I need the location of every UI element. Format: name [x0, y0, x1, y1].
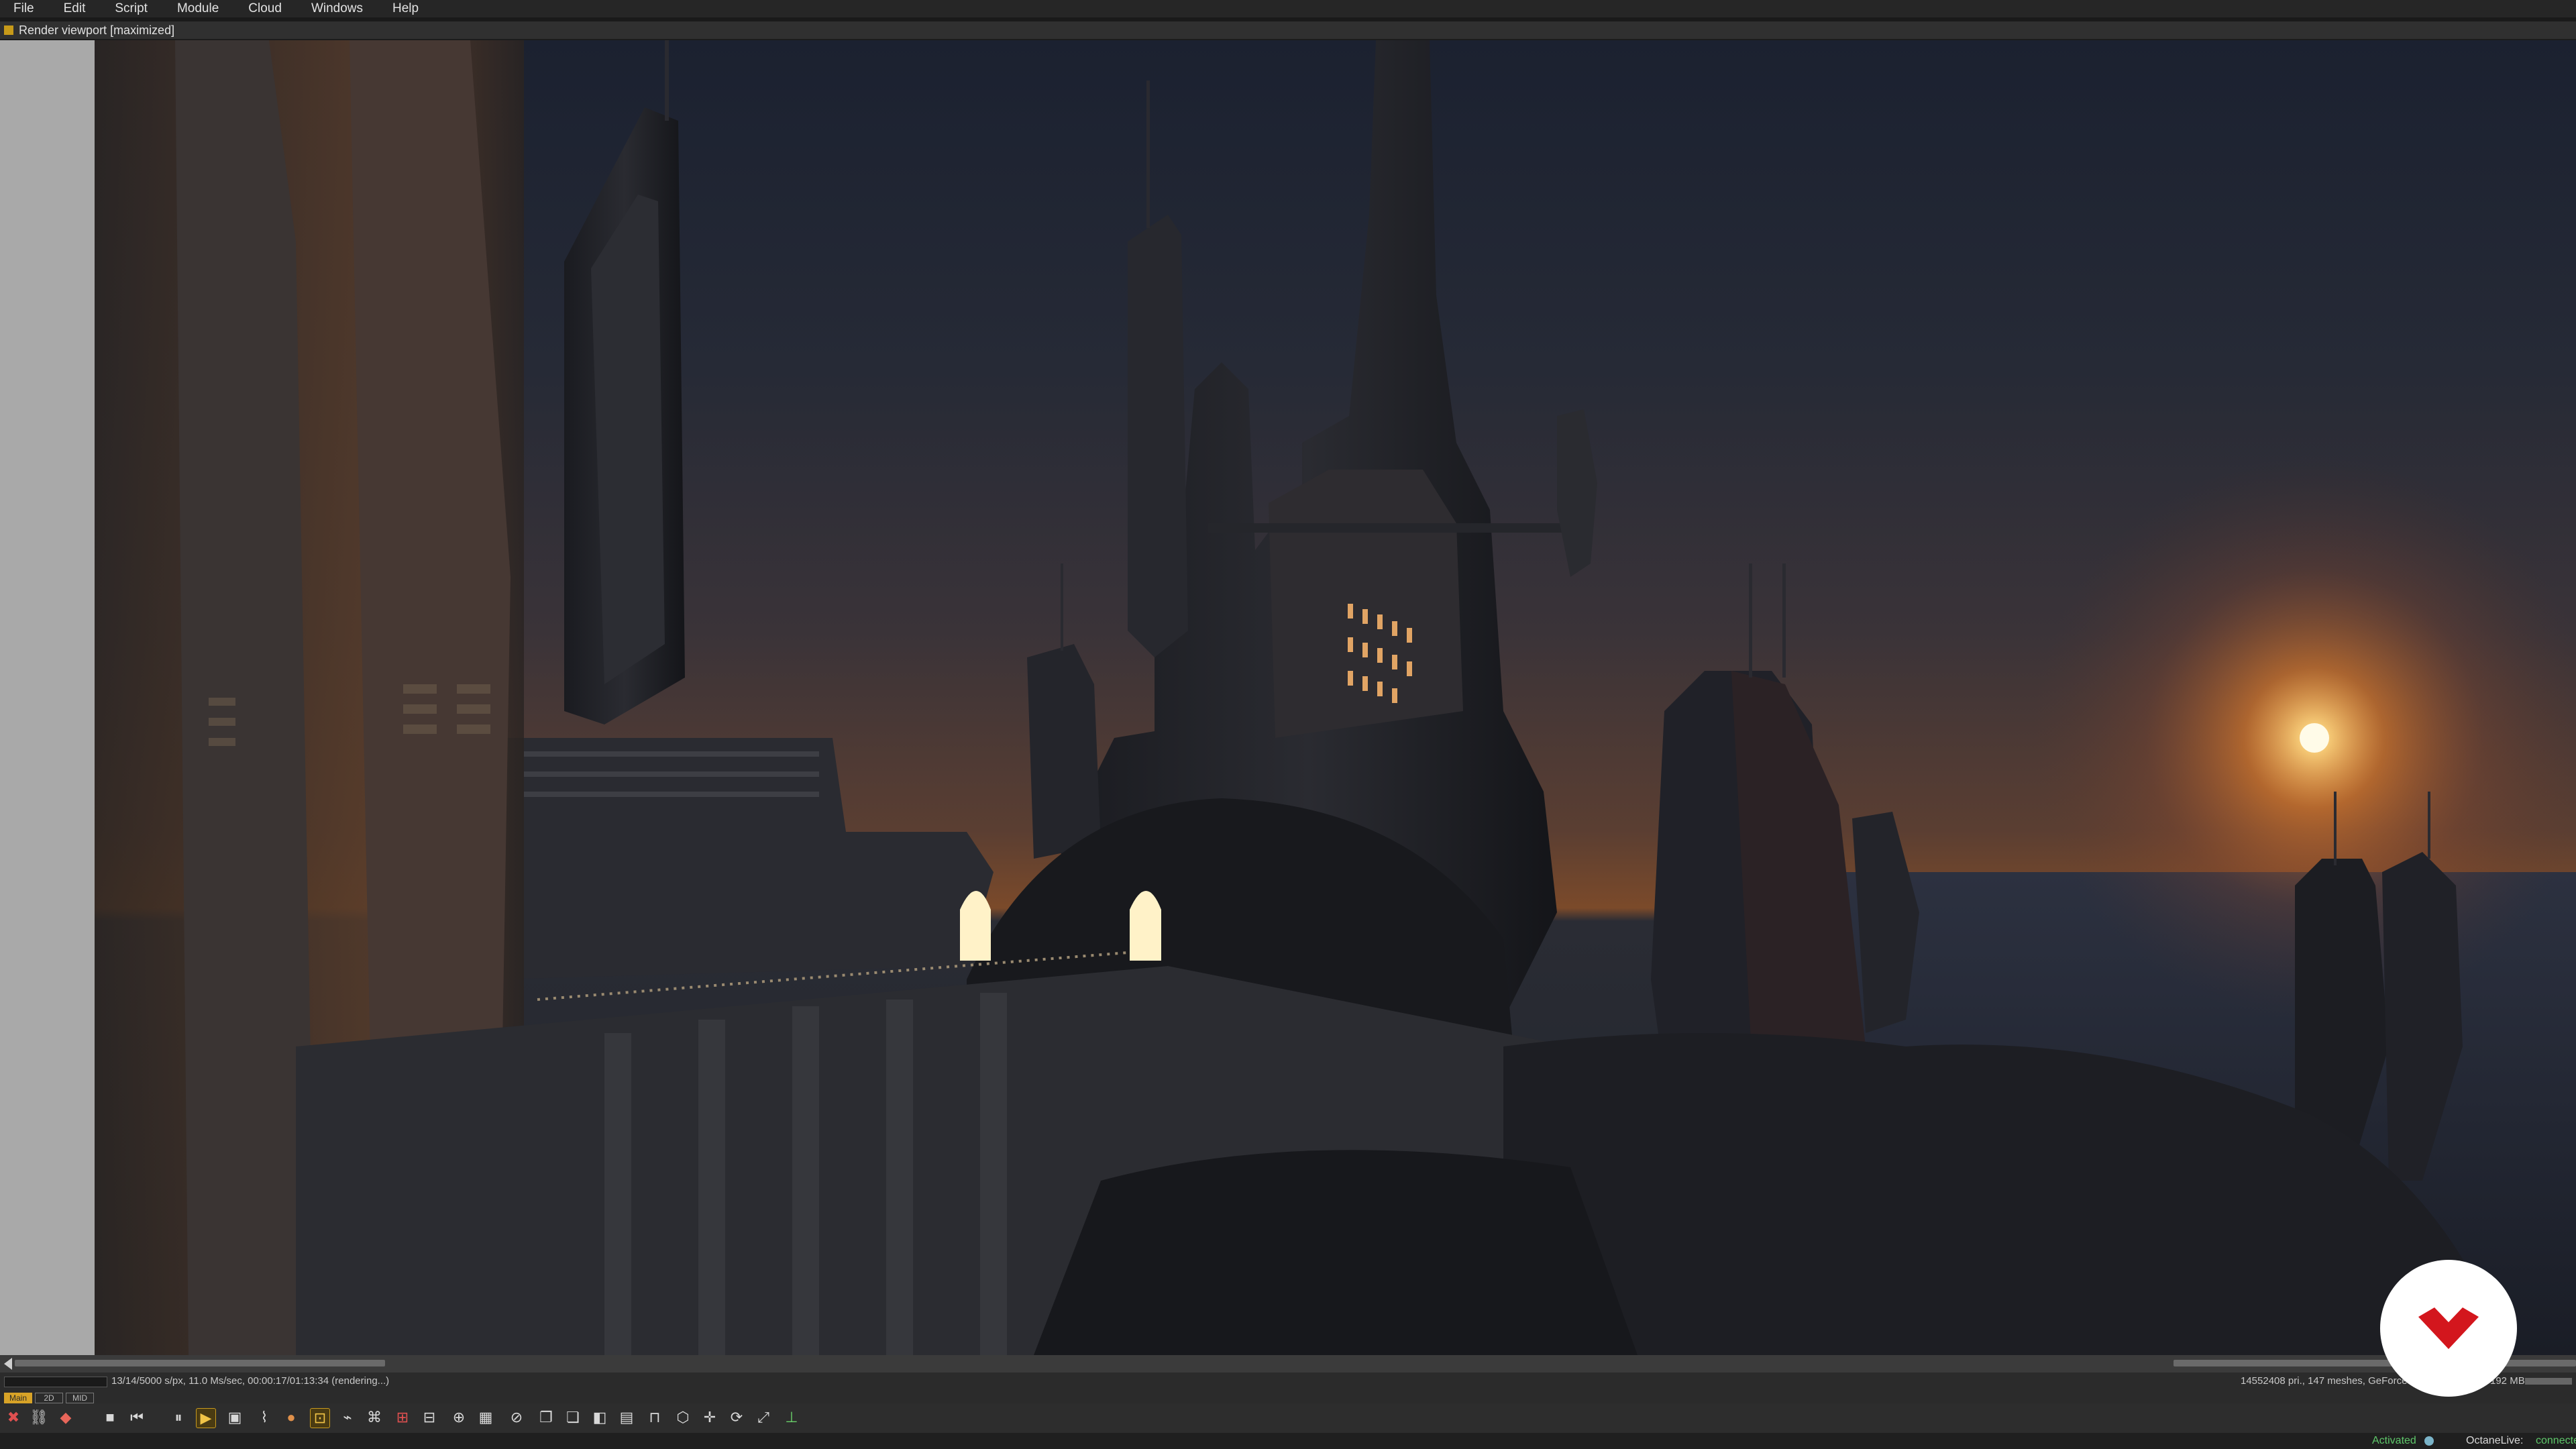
graph-icon[interactable]: ⌇ — [255, 1408, 274, 1427]
menu-file[interactable]: File — [0, 0, 50, 17]
render-toolbar: ✖ ⛓ ◆ ■ ⏮ ⏸ ▶ ▣ ⌇ ● ⊡ ⌁ ⌘ ⊞ ⊟ ⊕ ▦ ⊘ ❐ ❏ … — [0, 1403, 2576, 1433]
menu-module[interactable]: Module — [164, 0, 235, 17]
tab-2d[interactable]: 2D — [35, 1393, 63, 1403]
crop-icon[interactable]: ⊟ — [420, 1408, 439, 1427]
copy-icon[interactable]: ❐ — [537, 1408, 555, 1427]
status-dot-icon — [2424, 1436, 2434, 1446]
scroll-left-icon[interactable] — [4, 1358, 12, 1370]
clear-icon[interactable]: ✖ — [4, 1408, 23, 1427]
render-image — [95, 40, 2576, 1355]
save-icon[interactable]: ▤ — [617, 1408, 636, 1427]
focus-icon[interactable]: ⌘ — [365, 1408, 384, 1427]
viewport-background — [0, 40, 95, 1355]
menu-cloud[interactable]: Cloud — [235, 0, 298, 17]
progress-bar — [4, 1377, 107, 1387]
lock-icon[interactable]: ⊡ — [310, 1408, 330, 1428]
render-stats: 13/14/5000 s/px, 11.0 Ms/sec, 00:00:17/0… — [111, 1375, 390, 1387]
bottom-status-bar: Activated OctaneLive: connected — [0, 1433, 2576, 1449]
viewport-color-icon — [4, 25, 13, 35]
restart-icon[interactable]: ⏮ — [127, 1408, 146, 1427]
sphere-icon[interactable]: ● — [282, 1408, 301, 1427]
play-icon[interactable]: ▶ — [196, 1408, 216, 1428]
watermark-logo — [2380, 1260, 2517, 1397]
cube-icon[interactable]: ⬡ — [674, 1408, 692, 1427]
film-icon[interactable]: ⌁ — [338, 1408, 357, 1427]
activation-status: Activated — [2372, 1435, 2416, 1446]
menu-windows[interactable]: Windows — [298, 0, 379, 17]
octanelive-label: OctaneLive: — [2466, 1435, 2524, 1446]
menu-help[interactable]: Help — [379, 0, 435, 17]
lock2-icon[interactable]: ⊓ — [645, 1408, 664, 1427]
logo-icon — [2418, 1307, 2479, 1349]
viewport-title: Render viewport [maximized] — [19, 23, 175, 37]
tab-main[interactable]: Main — [4, 1393, 32, 1403]
mode-tabs: Main 2D MID — [0, 1393, 2576, 1403]
octanelive-status: connected — [2536, 1435, 2576, 1446]
scene-stats: 14552408 pri., 147 meshes, GeForce GT — [2241, 1375, 2424, 1387]
menu-script[interactable]: Script — [101, 0, 164, 17]
rotate-icon[interactable]: ⟳ — [727, 1408, 746, 1427]
horizontal-scrollbar[interactable] — [0, 1355, 2576, 1373]
menu-bar: File Edit Script Module Cloud Windows He… — [0, 0, 2576, 17]
scrollbar-thumb[interactable] — [15, 1360, 385, 1366]
frame-icon[interactable]: ▦ — [476, 1408, 495, 1427]
memory-bar — [2525, 1378, 2572, 1385]
picker-icon[interactable]: ⊘ — [507, 1408, 526, 1427]
pick-icon[interactable]: ⊞ — [393, 1408, 412, 1427]
viewport-titlebar[interactable]: Render viewport [maximized] — [0, 21, 2576, 39]
move-icon[interactable]: ✛ — [700, 1408, 719, 1427]
link-icon[interactable]: ⛓ — [30, 1408, 48, 1427]
scrollbar-thumb-right[interactable] — [2174, 1360, 2576, 1366]
tab-mid[interactable]: MID — [66, 1393, 94, 1403]
region-icon[interactable]: ▣ — [225, 1408, 244, 1427]
fit-icon[interactable]: ⤢ — [754, 1408, 773, 1427]
zoom-icon[interactable]: ⊕ — [449, 1408, 468, 1427]
pause-icon[interactable]: ⏸ — [169, 1408, 188, 1427]
paste-icon[interactable]: ❏ — [564, 1408, 582, 1427]
menu-edit[interactable]: Edit — [50, 0, 102, 17]
color-icon[interactable]: ◆ — [56, 1408, 75, 1427]
stop-icon[interactable]: ■ — [101, 1408, 119, 1427]
axis-icon[interactable]: ⊥ — [782, 1408, 801, 1427]
layers-icon[interactable]: ◧ — [590, 1408, 609, 1427]
render-view[interactable] — [95, 40, 2576, 1355]
status-bar: 13/14/5000 s/px, 11.0 Ms/sec, 00:00:17/0… — [0, 1373, 2576, 1393]
